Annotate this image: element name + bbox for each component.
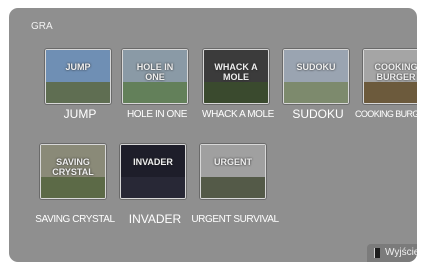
game-thumbnail: COOKING BURGER xyxy=(363,49,417,104)
thumbnail-logo: COOKING BURGER xyxy=(374,62,417,82)
thumbnail-ground xyxy=(364,81,417,103)
game-label: COOKING BURGE xyxy=(355,109,417,119)
thumbnail-ground xyxy=(46,81,110,103)
game-thumbnail: URGENT xyxy=(200,144,266,199)
thumbnail-ground xyxy=(121,176,185,198)
game-thumbnail: SAVING CRYSTAL xyxy=(40,144,106,199)
thumbnail-ground xyxy=(284,81,348,103)
thumbnail-logo: SUDOKU xyxy=(296,62,336,72)
game-thumbnail: JUMP xyxy=(45,49,111,104)
game-thumbnail: HOLE IN ONE xyxy=(122,49,188,104)
exit-button[interactable]: Wyjście xyxy=(367,244,417,262)
exit-door-icon xyxy=(374,248,380,258)
game-thumbnail: WHACK A MOLE xyxy=(203,49,269,104)
thumbnail-logo: INVADER xyxy=(133,157,173,167)
game-label: URGENT SURVIVAL xyxy=(191,214,279,225)
thumbnail-ground xyxy=(201,176,265,198)
section-title: GRA xyxy=(31,21,53,32)
thumbnail-logo: URGENT xyxy=(214,157,252,167)
thumbnail-ground xyxy=(123,81,187,103)
game-thumbnail: SUDOKU xyxy=(283,49,349,104)
game-label: WHACK A MOLE xyxy=(202,109,274,120)
thumbnail-logo: JUMP xyxy=(65,62,91,72)
game-label: SAVING CRYSTAL xyxy=(35,214,115,225)
game-label: INVADER xyxy=(128,212,182,226)
game-menu-panel: GRA JUMP JUMP HOLE IN ONE HOLE IN ONE WH… xyxy=(9,8,417,262)
game-label: HOLE IN ONE xyxy=(126,109,188,120)
thumbnail-ground xyxy=(41,176,105,198)
exit-label: Wyjście xyxy=(385,247,417,258)
game-label: SUDOKU xyxy=(292,107,344,121)
thumbnail-ground xyxy=(204,81,268,103)
thumbnail-logo: SAVING CRYSTAL xyxy=(52,157,94,177)
game-thumbnail: INVADER xyxy=(120,144,186,199)
thumbnail-logo: HOLE IN ONE xyxy=(136,62,174,82)
thumbnail-logo: WHACK A MOLE xyxy=(214,62,258,82)
